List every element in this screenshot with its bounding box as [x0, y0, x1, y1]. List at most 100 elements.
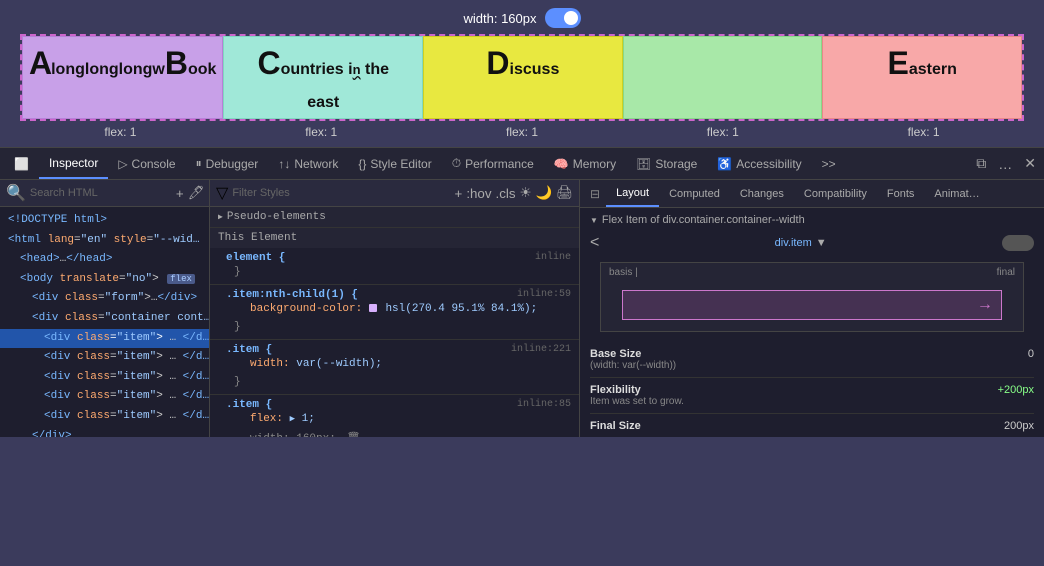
css-nth-child-rule: .item:nth-child(1) { inline:59 backgroun…: [210, 285, 579, 339]
final-size-label: Final Size: [590, 420, 641, 432]
tab-console[interactable]: ▷ Console: [108, 148, 185, 179]
tab-style-editor[interactable]: {} Style Editor: [348, 148, 441, 179]
flex-arrow-icon: →: [977, 296, 993, 314]
dark-mode-button[interactable]: 🌙: [535, 185, 552, 201]
css-pseudo-elements-header[interactable]: Pseudo-elements: [210, 207, 579, 227]
accessibility-icon: ♿: [717, 157, 732, 171]
close-button[interactable]: ✕: [1020, 153, 1040, 174]
layout-base-size-row: Base Size (width: var(--width)) 0: [590, 342, 1034, 378]
element-toggle[interactable]: [1002, 235, 1034, 251]
base-size-label: Base Size: [590, 348, 676, 360]
triangle-down-icon: [590, 214, 598, 226]
css-filter-bar: ▽ + :hov .cls ☀ 🌙 🖨: [210, 180, 579, 207]
memory-label: Memory: [573, 157, 616, 171]
css-rule-element: element { inline }: [210, 248, 579, 284]
tab-inspector-icon[interactable]: ⬜: [4, 148, 39, 179]
tree-html[interactable]: <html lang="en" style="--wid…: [0, 231, 209, 251]
dock-button[interactable]: ⧉: [972, 153, 990, 174]
color-swatch[interactable]: [369, 304, 377, 312]
css-panel: ▽ + :hov .cls ☀ 🌙 🖨 Pseudo-elements: [210, 180, 580, 437]
tab-more[interactable]: >>: [812, 148, 846, 179]
layout-panel-toggle[interactable]: ⊟: [584, 187, 606, 201]
css-item-width-section: .item { inline:221 width: var(--width); …: [210, 340, 579, 395]
html-panel: 🔍 + 🖊 <!DOCTYPE html> <html lang="en" st…: [0, 180, 210, 437]
width-toggle[interactable]: [545, 8, 581, 28]
tab-accessibility[interactable]: ♿ Accessibility: [707, 148, 811, 179]
tree-item-3[interactable]: <div class="item"> … </d…: [0, 368, 209, 388]
final-size-value: 200px: [1004, 420, 1034, 432]
tab-storage[interactable]: 🗄 Storage: [626, 148, 707, 179]
html-tree: <!DOCTYPE html> <html lang="en" style="-…: [0, 207, 209, 437]
flex-item-4: [623, 36, 823, 119]
final-label: final: [997, 267, 1015, 278]
layout-tab-layout[interactable]: Layout: [606, 180, 659, 207]
storage-icon: 🗄: [636, 157, 651, 171]
css-content: Pseudo-elements This Element element { i…: [210, 207, 579, 437]
tree-form[interactable]: <div class="form">…</div>: [0, 289, 209, 309]
flex-item-info: Flex Item of div.container.container--wi…: [602, 214, 805, 226]
element-dropdown-icon[interactable]: ▼: [816, 237, 827, 249]
toggle-class-button[interactable]: .cls: [496, 186, 516, 201]
storage-label: Storage: [655, 157, 697, 171]
width-label: width: 160px: [464, 11, 537, 26]
prev-element-button[interactable]: <: [590, 234, 599, 252]
layout-tab-fonts[interactable]: Fonts: [877, 180, 925, 207]
tree-item-4[interactable]: <div class="item"> … </d…: [0, 387, 209, 407]
tree-item-5[interactable]: <div class="item"> … </d…: [0, 407, 209, 427]
css-this-element-header[interactable]: This Element: [210, 228, 579, 248]
tab-memory[interactable]: 🧠 Memory: [544, 148, 626, 179]
tree-close-div[interactable]: </div>: [0, 427, 209, 437]
memory-icon: 🧠: [554, 157, 569, 171]
layout-nav: < div.item ▼: [590, 234, 1034, 252]
css-item-flex-rule: .item { inline:85 flex: ▶ 1; width: 160p…: [210, 395, 579, 437]
add-node-button[interactable]: +: [176, 186, 184, 201]
debugger-label: Debugger: [206, 157, 259, 171]
inspector-label: Inspector: [49, 156, 98, 170]
tab-inspector[interactable]: Inspector: [39, 148, 108, 179]
devtools-tabs: ⬜ Inspector ▷ Console ⏸ Debugger ↑↓ Netw…: [0, 148, 1044, 180]
accessibility-label: Accessibility: [736, 157, 801, 171]
search-input[interactable]: [30, 187, 172, 199]
delete-rule-icon[interactable]: 🗑: [346, 433, 360, 437]
tab-network[interactable]: ↑↓ Network: [268, 148, 348, 179]
toggle-pseudo-button[interactable]: :hov: [466, 186, 491, 201]
add-rule-button[interactable]: +: [455, 186, 463, 201]
width-badge: width: 160px: [0, 0, 1044, 34]
layout-tabs: ⊟ Layout Computed Changes Compatibility …: [580, 180, 1044, 208]
tree-body[interactable]: <body translate="no"> flex: [0, 270, 209, 290]
tree-head[interactable]: <head>…</head>: [0, 250, 209, 270]
devtools-body: 🔍 + 🖊 <!DOCTYPE html> <html lang="en" st…: [0, 180, 1044, 437]
layout-content: Flex Item of div.container.container--wi…: [580, 208, 1044, 437]
layout-tab-compatibility[interactable]: Compatibility: [794, 180, 877, 207]
html-search-bar: 🔍 + 🖊: [0, 180, 209, 207]
light-mode-button[interactable]: ☀: [520, 185, 532, 201]
base-size-value: 0: [1028, 348, 1034, 360]
tab-performance[interactable]: ⏱ Performance: [442, 148, 544, 179]
search-icon: 🔍: [6, 183, 26, 203]
more-icon: >>: [822, 157, 836, 171]
flex-arrow-container: →: [622, 290, 1002, 320]
devtools: ⬜ Inspector ▷ Console ⏸ Debugger ↑↓ Netw…: [0, 147, 1044, 437]
css-filter-input[interactable]: [232, 187, 450, 199]
flexibility-label: Flexibility: [590, 384, 684, 396]
layout-flex-info: Flex Item of div.container.container--wi…: [590, 214, 1034, 226]
css-item-width-rule: .item { inline:221 width: var(--width); …: [210, 340, 579, 394]
layout-tab-computed[interactable]: Computed: [659, 180, 730, 207]
layout-tab-animations[interactable]: Animat…: [924, 180, 989, 207]
tab-debugger[interactable]: ⏸ Debugger: [186, 148, 269, 179]
tree-doctype[interactable]: <!DOCTYPE html>: [0, 211, 209, 231]
tree-item-1[interactable]: <div class="item"> … </d…: [0, 329, 209, 349]
pseudo-collapse-icon: [218, 211, 223, 223]
flexibility-sub: Item was set to grow.: [590, 396, 684, 407]
overflow-button[interactable]: …: [994, 154, 1016, 174]
performance-icon: ⏱: [452, 156, 461, 171]
tree-container[interactable]: <div class="container cont… flex: [0, 309, 209, 329]
pick-element-button[interactable]: 🖊: [188, 185, 205, 201]
flex-labels: flex: 1 flex: 1 flex: 1 flex: 1 flex: 1: [20, 121, 1024, 147]
css-item-flex-section: .item { inline:85 flex: ▶ 1; width: 160p…: [210, 395, 579, 437]
layout-tab-changes[interactable]: Changes: [730, 180, 794, 207]
element-label: div.item ▼: [775, 237, 827, 249]
element-name: div.item: [775, 237, 812, 249]
tree-item-2[interactable]: <div class="item"> … </d…: [0, 348, 209, 368]
print-mode-button[interactable]: 🖨: [556, 185, 573, 201]
